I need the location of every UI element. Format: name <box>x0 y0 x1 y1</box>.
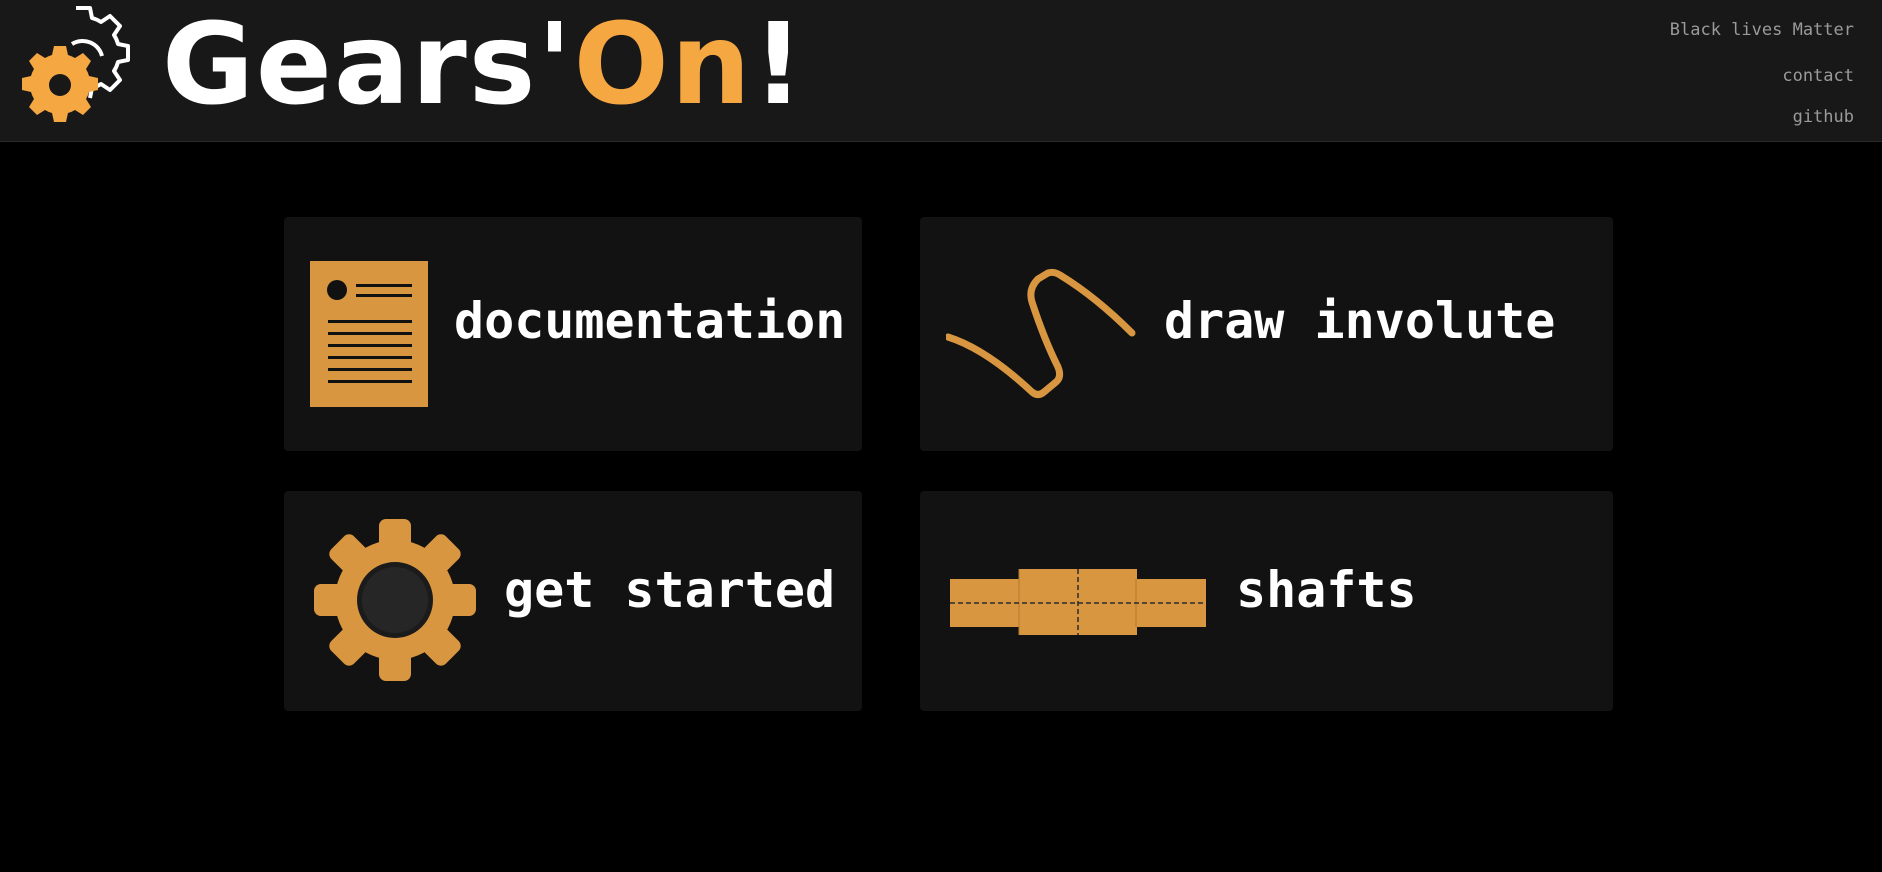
site-logo-text[interactable]: Gears'On! <box>162 0 806 130</box>
document-icon <box>310 261 428 407</box>
card-label-get-started: get started <box>504 561 836 619</box>
card-documentation[interactable]: documentation <box>284 217 862 451</box>
top-nav: Black lives Matter contact github <box>1594 0 1854 141</box>
involute-curve-icon <box>946 268 1136 398</box>
logo-text-end: ! <box>752 0 806 130</box>
logo-text-accent: On <box>573 0 753 130</box>
card-label-draw-involute: draw involute <box>1164 292 1556 350</box>
site-header: Gears'On! Black lives Matter contact git… <box>0 0 1882 142</box>
logo-text-main: Gears' <box>162 0 574 130</box>
card-draw-involute[interactable]: draw involute <box>920 217 1613 451</box>
nav-link-contact[interactable]: contact <box>1782 66 1854 86</box>
card-label-documentation: documentation <box>454 292 846 350</box>
gear-icon <box>314 519 476 681</box>
card-get-started[interactable]: get started <box>284 491 862 711</box>
gears-logo-icon[interactable] <box>14 2 144 130</box>
nav-link-black-lives-matter[interactable]: Black lives Matter <box>1670 20 1854 40</box>
nav-link-github[interactable]: github <box>1793 107 1854 127</box>
card-label-shafts: shafts <box>1236 561 1417 619</box>
card-shafts[interactable]: shafts <box>920 491 1613 711</box>
shaft-icon <box>950 569 1206 635</box>
